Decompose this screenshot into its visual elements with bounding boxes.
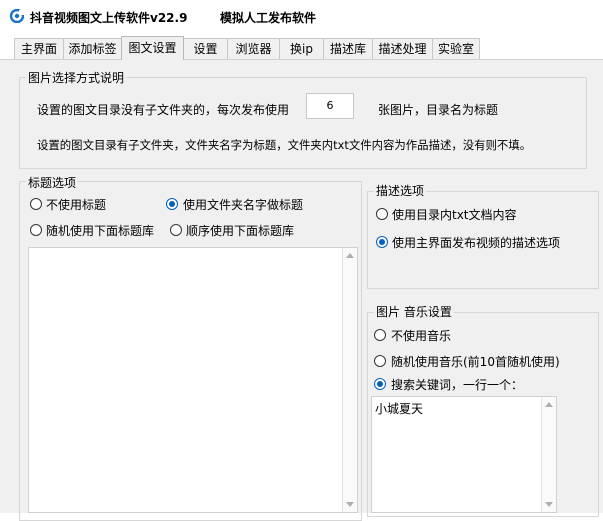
desc-options-legend: 描述选项 <box>374 182 427 199</box>
desc-opt-main-radio[interactable] <box>376 236 388 248</box>
title-opt-sequential-label[interactable]: 顺序使用下面标题库 <box>186 222 294 239</box>
title-opt-random-label[interactable]: 随机使用下面标题库 <box>46 222 154 239</box>
tab-change-ip[interactable]: 换ip <box>279 38 324 59</box>
tab-image-settings[interactable]: 图文设置 <box>121 36 184 60</box>
music-opt-random-label[interactable]: 随机使用音乐(前10首随机使用) <box>391 353 560 370</box>
music-opt-random-radio[interactable] <box>374 355 386 367</box>
music-keywords-textarea[interactable]: 小城夏天 <box>371 396 557 513</box>
scroll-down-arrow-icon[interactable] <box>346 502 354 507</box>
title-options-legend: 标题选项 <box>26 174 79 191</box>
desc-opt-txt-radio[interactable] <box>376 208 388 220</box>
image-mode-group <box>19 77 587 169</box>
title-opt-folder-name-radio[interactable] <box>166 198 178 210</box>
scroll-up-arrow-icon[interactable] <box>545 402 553 407</box>
window-title: 抖音视频图文上传软件v22.9 <box>30 11 188 25</box>
title-opt-none-label[interactable]: 不使用标题 <box>46 196 106 213</box>
music-opt-keywords-label[interactable]: 搜索关键词，一行一个： <box>391 376 523 393</box>
title-bar: 抖音视频图文上传软件v22.9 模拟人工发布软件 <box>0 0 603 36</box>
scroll-up-arrow-icon[interactable] <box>346 253 354 258</box>
scroll-down-arrow-icon[interactable] <box>545 502 553 507</box>
title-opt-none-radio[interactable] <box>30 198 42 210</box>
tab-desc-library[interactable]: 描述库 <box>323 38 373 59</box>
tab-settings[interactable]: 设置 <box>183 38 228 59</box>
title-opt-random-radio[interactable] <box>30 224 42 236</box>
tab-desc-processing[interactable]: 描述处理 <box>372 38 433 59</box>
desc-opt-main-label[interactable]: 使用主界面发布视频的描述选项 <box>392 234 560 251</box>
tab-browser[interactable]: 浏览器 <box>227 38 280 59</box>
tab-lab[interactable]: 实验室 <box>432 38 480 59</box>
app-logo-icon <box>10 9 24 23</box>
image-mode-legend: 图片选择方式说明 <box>26 69 127 86</box>
music-keywords-text: 小城夏天 <box>375 402 424 416</box>
music-opt-none-label[interactable]: 不使用音乐 <box>391 327 451 344</box>
title-opt-folder-name-label[interactable]: 使用文件夹名字做标题 <box>183 196 303 213</box>
music-opt-none-radio[interactable] <box>374 329 386 341</box>
title-library-textarea[interactable] <box>28 247 358 513</box>
title-library-scrollbar[interactable] <box>342 248 357 512</box>
tab-main[interactable]: 主界面 <box>14 38 64 59</box>
title-opt-sequential-radio[interactable] <box>170 224 182 236</box>
image-mode-line1-prefix: 设置的图文目录没有子文件夹的，每次发布使用 <box>37 103 290 117</box>
desc-opt-txt-label[interactable]: 使用目录内txt文档内容 <box>392 206 517 223</box>
image-count-input[interactable]: 6 <box>306 93 354 119</box>
music-settings-legend: 图片 音乐设置 <box>374 303 454 320</box>
image-mode-line1-suffix: 张图片，目录名为标题 <box>378 103 499 117</box>
music-opt-keywords-radio[interactable] <box>374 378 386 390</box>
image-mode-line2: 设置的图文目录有子文件夹，文件夹名字为标题，文件夹内txt文件内容为作品描述，没… <box>37 138 532 152</box>
tab-add-tags[interactable]: 添加标签 <box>63 38 122 59</box>
window-subtitle: 模拟人工发布软件 <box>220 11 317 25</box>
tab-content-image-settings: 图片选择方式说明 设置的图文目录没有子文件夹的，每次发布使用 6 张图片，目录名… <box>0 60 603 521</box>
music-keywords-scrollbar[interactable] <box>541 397 556 512</box>
